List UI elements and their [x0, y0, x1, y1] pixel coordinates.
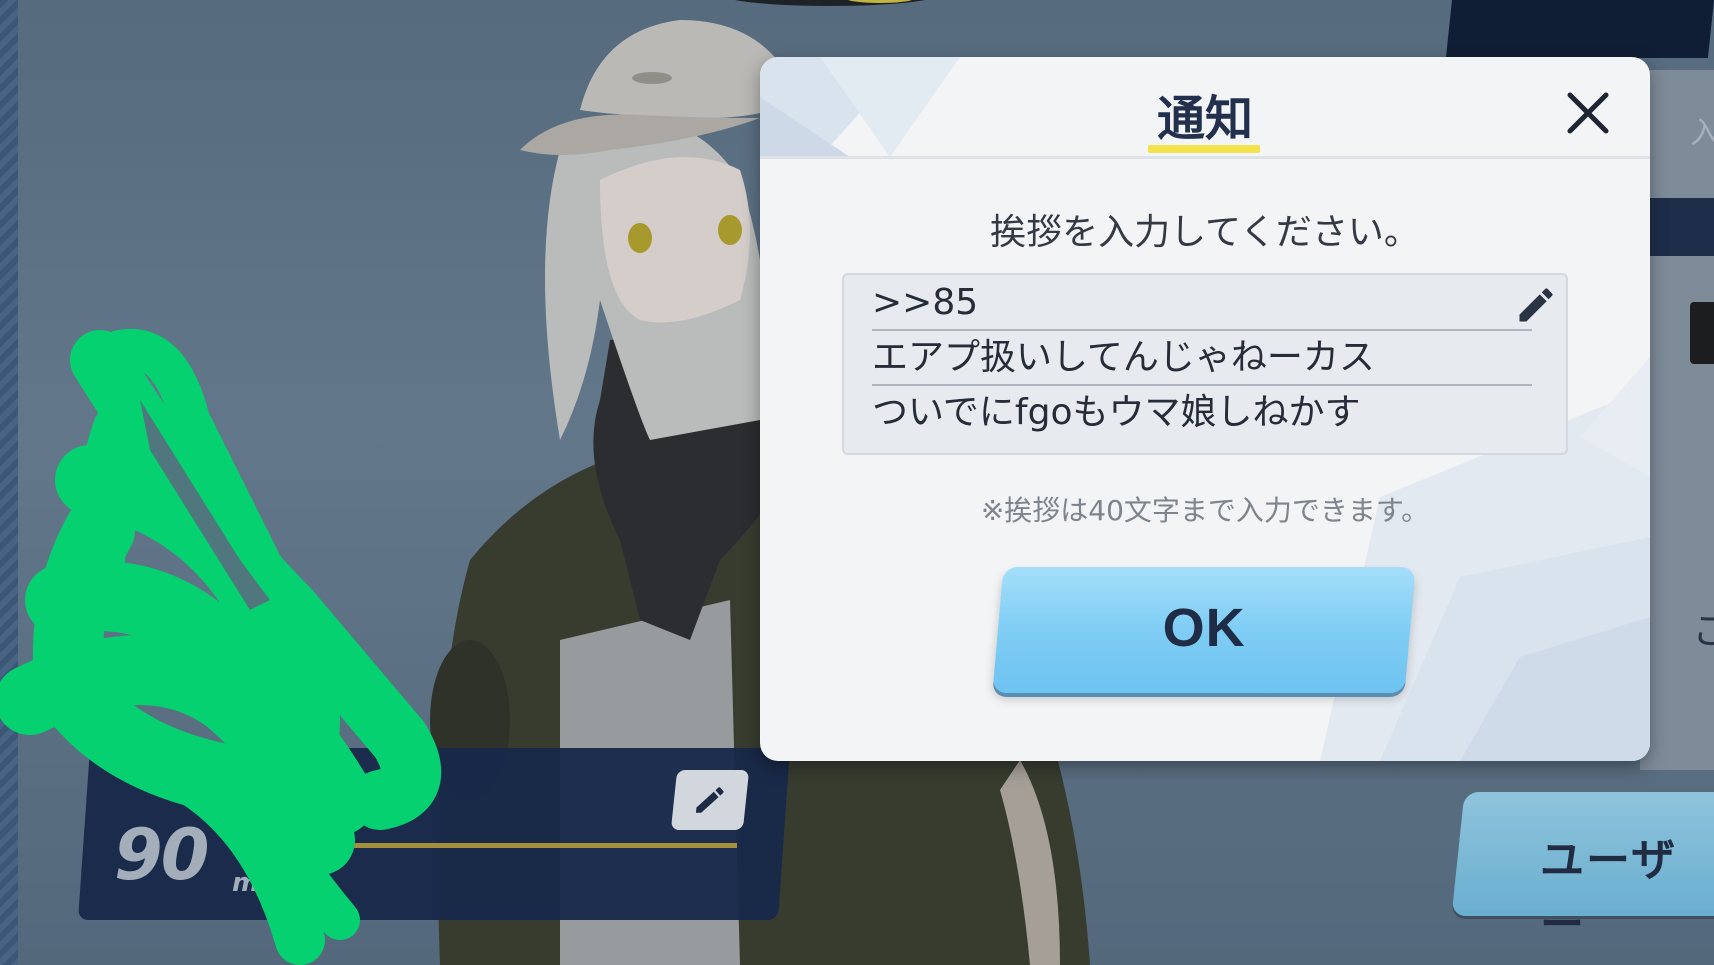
pencil-icon: [1519, 288, 1553, 322]
ok-button-label: OK: [1162, 598, 1246, 658]
dialog-title: 通知: [1156, 91, 1253, 147]
dialog-header: 通知: [760, 57, 1650, 157]
character-limit-note: ※挨拶は40文字まで入力できます。: [980, 494, 1430, 527]
header-divider: [760, 156, 1650, 159]
close-button[interactable]: [1560, 85, 1616, 141]
notification-dialog: 通知 挨拶を入力してください。 >>85 エアプ扱いしてんじゃねーカス ついでに…: [760, 57, 1650, 761]
ok-button[interactable]: OK: [992, 567, 1416, 693]
greeting-line-2: エアプ扱いしてんじゃねーカス: [872, 332, 1532, 386]
greeting-line-1: >>85: [872, 277, 1532, 331]
instruction-text: 挨拶を入力してください。: [990, 212, 1420, 253]
greeting-line-3: ついでにfgoもウマ娘しねかす: [872, 392, 1361, 433]
close-icon: [1567, 92, 1609, 134]
greeting-input[interactable]: >>85 エアプ扱いしてんじゃねーカス ついでにfgoもウマ娘しねかす: [842, 273, 1568, 455]
edit-greeting-button[interactable]: [1514, 283, 1558, 327]
title-underline: [1148, 145, 1260, 153]
app-screen: 入 こ ユーザー 90 m 通知 挨拶を入力してください。 >>85 エアプ扱い…: [0, 0, 1714, 965]
